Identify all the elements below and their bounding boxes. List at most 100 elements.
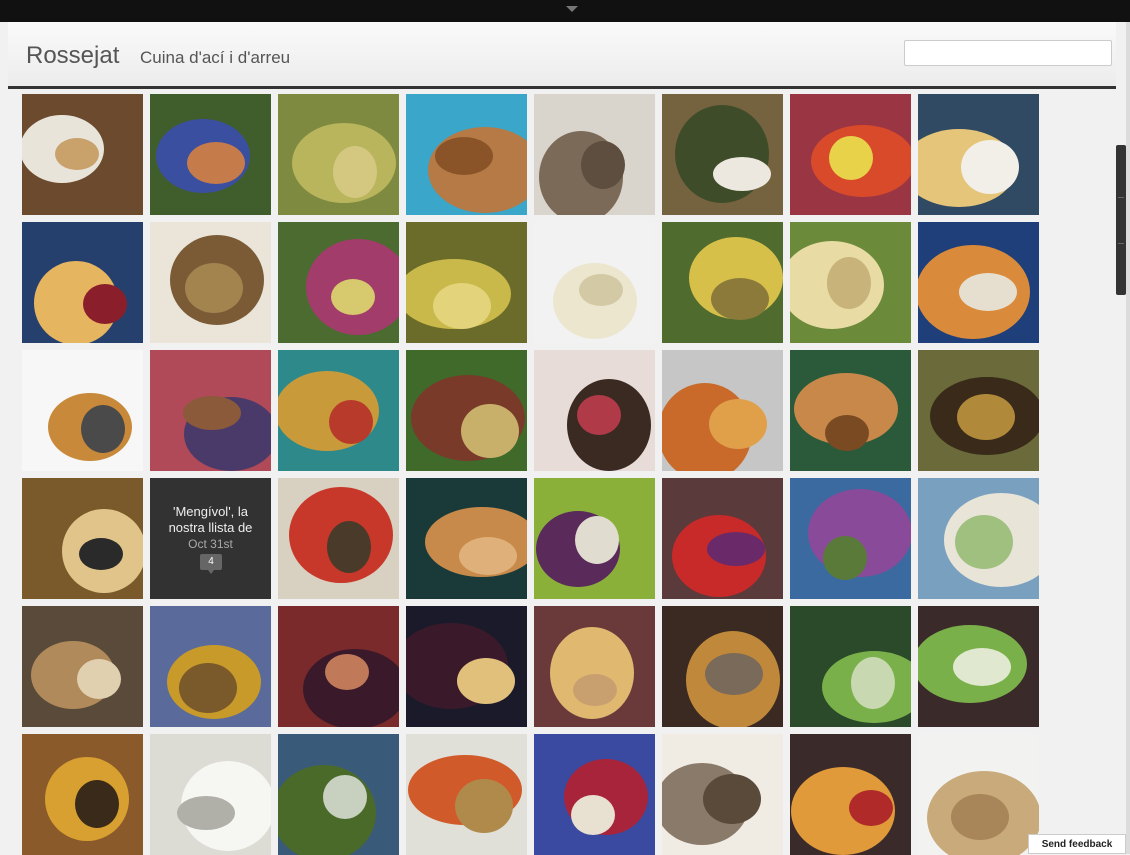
food-photo-icon xyxy=(790,94,911,215)
photo-tile[interactable] xyxy=(406,734,527,855)
photo-tile[interactable] xyxy=(22,350,143,471)
photo-tile[interactable] xyxy=(918,606,1039,727)
food-photo-icon xyxy=(918,734,1039,855)
food-photo-icon xyxy=(22,478,143,599)
food-photo-icon xyxy=(918,606,1039,727)
photo-tile[interactable] xyxy=(406,94,527,215)
food-photo-icon xyxy=(662,94,783,215)
photo-tile[interactable] xyxy=(150,94,271,215)
food-photo-icon xyxy=(534,478,655,599)
photo-tile[interactable] xyxy=(278,222,399,343)
navbar-toggle-icon[interactable] xyxy=(566,6,578,12)
blog-title[interactable]: Rossejat xyxy=(26,42,119,70)
photo-tile[interactable] xyxy=(150,222,271,343)
photo-tile[interactable] xyxy=(150,350,271,471)
food-photo-icon xyxy=(406,222,527,343)
comment-count-badge[interactable]: 4 xyxy=(200,554,222,574)
photo-tile[interactable] xyxy=(534,94,655,215)
photo-tile[interactable] xyxy=(918,734,1039,855)
food-photo-icon xyxy=(790,222,911,343)
food-photo-icon xyxy=(150,606,271,727)
sidebar-toggle-handle[interactable] xyxy=(1116,145,1126,295)
top-navbar xyxy=(0,0,1130,22)
food-photo-icon xyxy=(150,222,271,343)
photo-tile[interactable] xyxy=(918,478,1039,599)
photo-tile[interactable] xyxy=(662,734,783,855)
food-photo-icon xyxy=(22,606,143,727)
photo-tile[interactable] xyxy=(662,606,783,727)
photo-tile[interactable] xyxy=(22,606,143,727)
food-photo-icon xyxy=(406,606,527,727)
food-photo-icon xyxy=(406,350,527,471)
food-photo-icon xyxy=(662,350,783,471)
photo-tile[interactable] xyxy=(278,734,399,855)
food-photo-icon xyxy=(662,734,783,855)
food-photo-icon xyxy=(406,478,527,599)
photo-tile[interactable] xyxy=(150,734,271,855)
photo-tile[interactable] xyxy=(790,478,911,599)
food-photo-icon xyxy=(918,222,1039,343)
food-photo-icon xyxy=(534,222,655,343)
photo-tile[interactable] xyxy=(662,350,783,471)
photo-tile[interactable] xyxy=(150,606,271,727)
food-photo-icon xyxy=(790,606,911,727)
food-photo-icon xyxy=(662,478,783,599)
photo-tile[interactable] xyxy=(406,222,527,343)
scrollbar[interactable] xyxy=(1126,22,1130,854)
food-photo-icon xyxy=(150,734,271,855)
photo-tile[interactable] xyxy=(22,734,143,855)
photo-tile[interactable] xyxy=(790,94,911,215)
photo-tile[interactable] xyxy=(278,350,399,471)
food-photo-icon xyxy=(22,94,143,215)
photo-tile[interactable] xyxy=(406,350,527,471)
food-photo-icon xyxy=(534,350,655,471)
food-photo-icon xyxy=(150,350,271,471)
food-photo-icon xyxy=(22,734,143,855)
food-photo-icon xyxy=(150,94,271,215)
photo-tile[interactable] xyxy=(534,222,655,343)
photo-tile[interactable] xyxy=(918,94,1039,215)
food-photo-icon xyxy=(278,94,399,215)
food-photo-icon xyxy=(534,606,655,727)
search-input[interactable] xyxy=(904,40,1112,66)
food-photo-icon xyxy=(918,94,1039,215)
food-photo-icon xyxy=(22,350,143,471)
photo-tile[interactable] xyxy=(534,734,655,855)
photo-tile[interactable] xyxy=(278,478,399,599)
photo-tile[interactable] xyxy=(278,606,399,727)
post-date: Oct 31st xyxy=(188,537,233,551)
food-photo-icon xyxy=(278,606,399,727)
photo-tile[interactable] xyxy=(662,222,783,343)
photo-tile[interactable] xyxy=(22,478,143,599)
food-photo-icon xyxy=(918,478,1039,599)
food-photo-icon xyxy=(278,478,399,599)
photo-tile[interactable] xyxy=(918,350,1039,471)
photo-tile[interactable] xyxy=(534,350,655,471)
photo-tile[interactable] xyxy=(662,94,783,215)
photo-tile[interactable] xyxy=(406,606,527,727)
photo-tile[interactable] xyxy=(662,478,783,599)
photo-tile[interactable] xyxy=(534,478,655,599)
food-photo-icon xyxy=(534,734,655,855)
photo-tile[interactable] xyxy=(790,350,911,471)
photo-tile[interactable] xyxy=(406,478,527,599)
photo-tile[interactable] xyxy=(22,94,143,215)
blog-subtitle: Cuina d'ací i d'arreu xyxy=(140,48,291,67)
photo-tile[interactable] xyxy=(790,606,911,727)
food-photo-icon xyxy=(278,734,399,855)
food-photo-icon xyxy=(278,222,399,343)
food-photo-icon xyxy=(790,734,911,855)
post-title[interactable]: 'Mengívol', la nostra llista de xyxy=(156,504,265,536)
post-tile[interactable]: 'Mengívol', la nostra llista de Oct 31st 4 xyxy=(150,478,271,599)
photo-tile[interactable] xyxy=(278,94,399,215)
photo-tile[interactable] xyxy=(534,606,655,727)
food-photo-icon xyxy=(662,222,783,343)
photo-tile[interactable] xyxy=(918,222,1039,343)
send-feedback-button[interactable]: Send feedback xyxy=(1028,834,1126,854)
photo-tile[interactable] xyxy=(22,222,143,343)
food-photo-icon xyxy=(22,222,143,343)
photo-tile[interactable] xyxy=(790,222,911,343)
food-photo-icon xyxy=(406,94,527,215)
photo-tile[interactable] xyxy=(790,734,911,855)
food-photo-icon xyxy=(406,734,527,855)
